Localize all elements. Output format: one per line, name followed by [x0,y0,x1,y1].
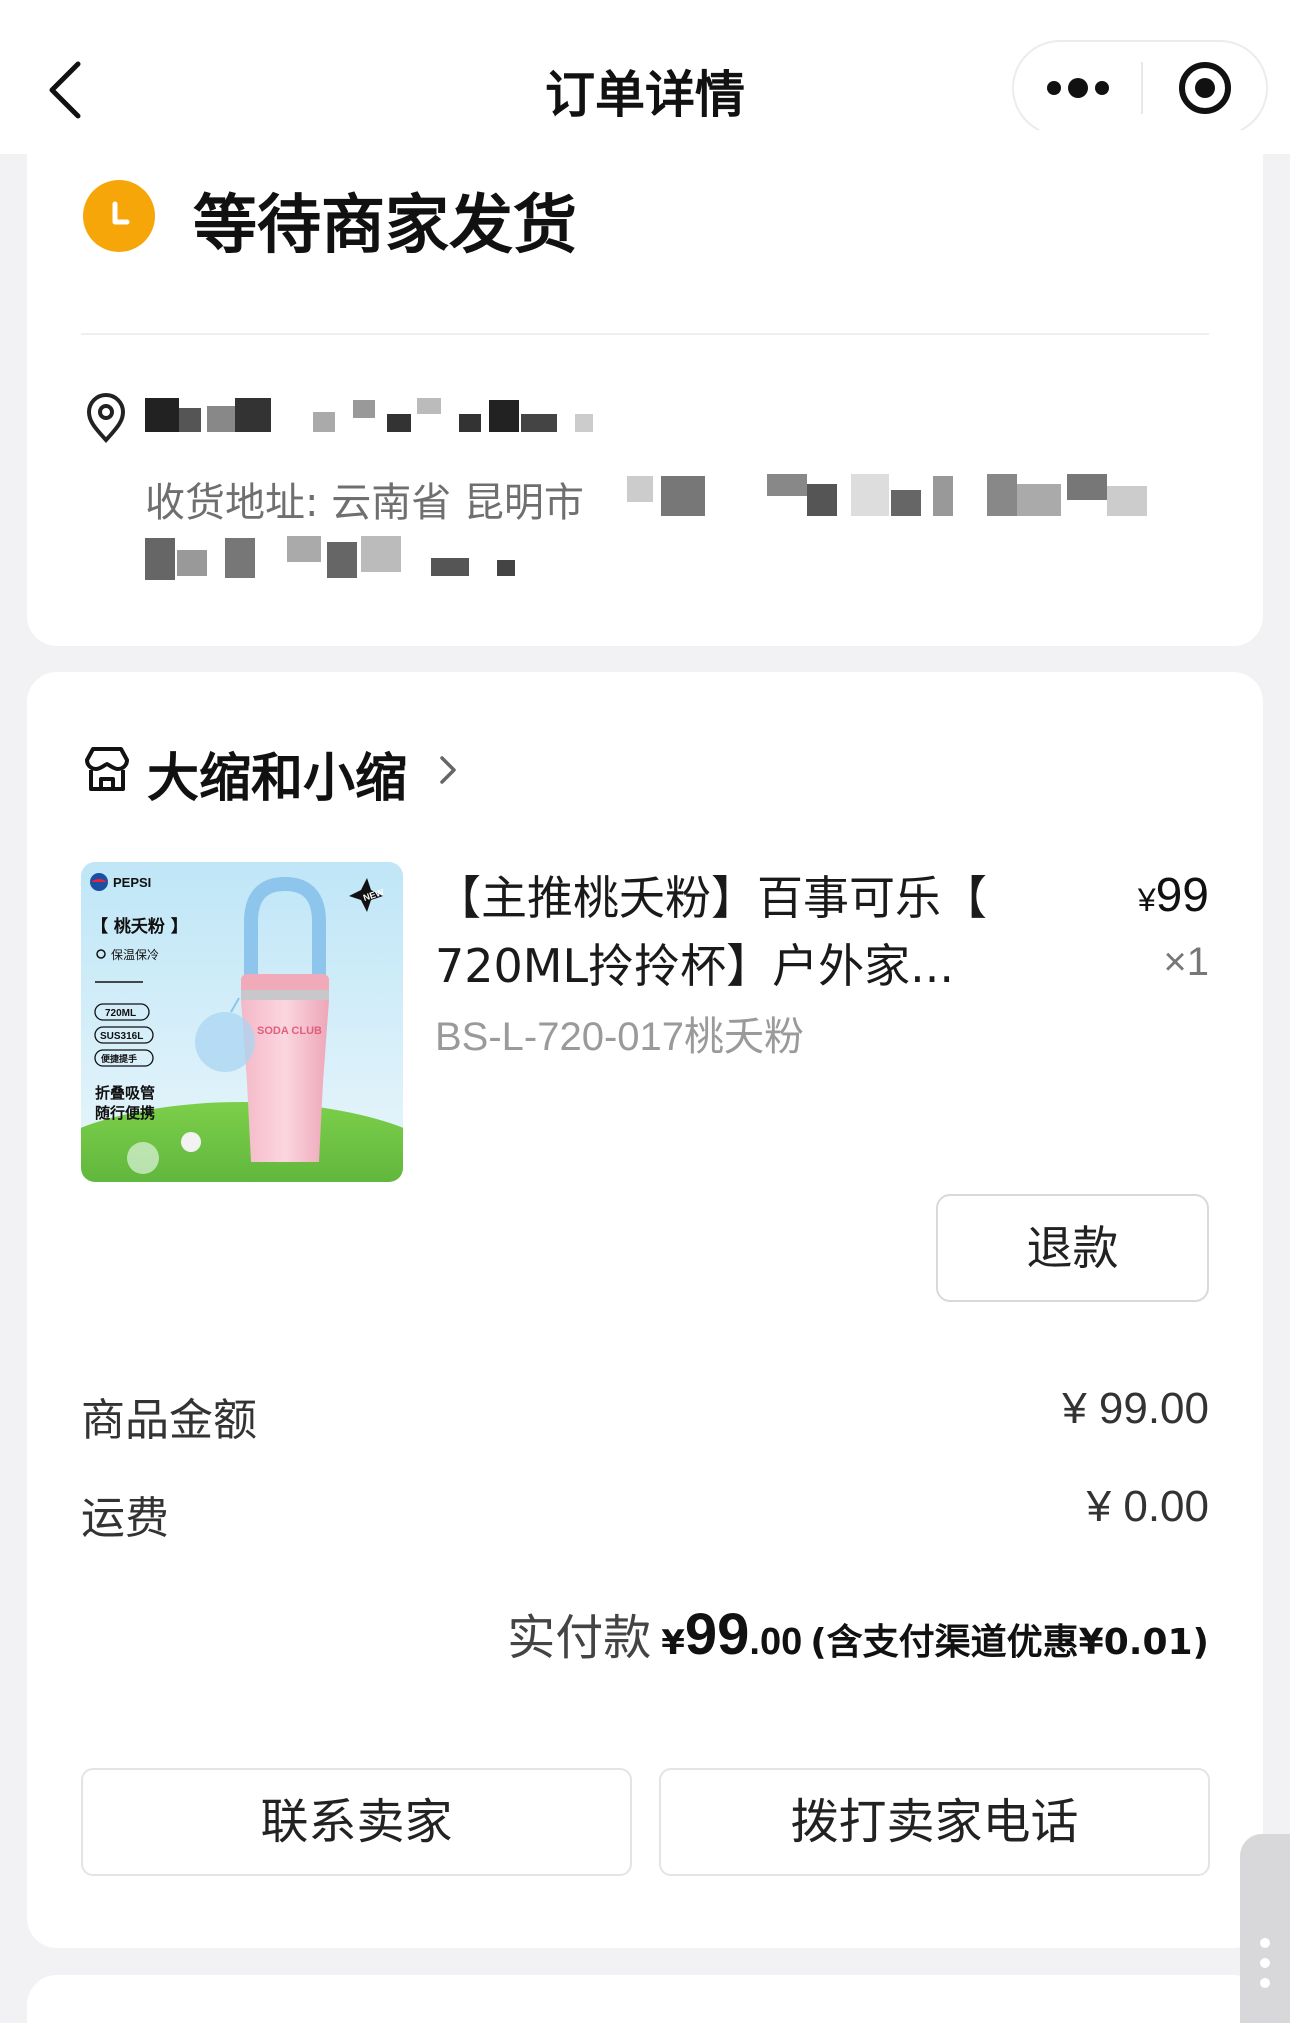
order-status-card: 等待商家发货 收货地址: 云南省 昆明市 [27,130,1263,646]
product-image-slogan-2: 随行便携 [95,1104,155,1122]
floating-side-handle[interactable] [1240,1834,1290,2023]
product-title-line-2: 720ML拎拎杯】户外家... [435,939,954,993]
paid-amount: 实付款 ¥99.00 (含支付渠道优惠¥0.01) [507,1598,1209,1668]
product-title-line-1: 【主推桃夭粉】百事可乐【 [435,871,987,925]
order-status-text: 等待商家发货 [193,189,577,263]
location-icon [83,392,129,444]
product-image-chip-material: SUS316L [100,1031,143,1042]
paid-amount-integer: 99 [684,1602,750,1667]
product-image-feature: 保温保冷 [111,948,159,962]
call-seller-button[interactable]: 拨打卖家电话 [659,1768,1210,1876]
more-dots-icon [1047,78,1109,98]
mini-program-capsule [1012,40,1268,136]
product-quantity: ×1 [1163,940,1209,984]
product-image[interactable]: PEPSI NEW 【 桃夭粉 】 保温保冷 720ML SUS316L 便捷提… [81,862,403,1182]
refund-button[interactable]: 退款 [936,1194,1209,1302]
product-image-name: 【 桃夭粉 】 [91,916,188,937]
more-button[interactable] [1014,42,1141,134]
clock-icon [112,201,130,225]
status-icon [83,180,155,252]
shipping-address: 收货地址: 云南省 昆明市 [145,480,584,526]
shipping-fee-value: ¥ 0.00 [1086,1482,1209,1531]
order-info-card: 大缩和小缩 PEPSI NEW 【 桃夭粉 】 保温保冷 720ML SUS31… [27,672,1263,1948]
product-price: ¥99 [1138,868,1209,923]
product-image-chip-capacity: 720ML [105,1008,136,1019]
product-image-chip-handle: 便捷提手 [101,1053,137,1065]
target-icon [1179,62,1231,114]
product-price-value: 99 [1155,869,1209,922]
close-mini-program-button[interactable] [1143,42,1266,134]
product-image-brand: PEPSI [113,875,151,890]
product-image-cup-text: SODA CLUB [257,1025,322,1037]
goods-amount-label: 商品金额 [81,1395,257,1446]
shop-icon [85,747,129,791]
next-card [27,1975,1263,2023]
paid-amount-decimal: .00 [749,1621,803,1663]
product-title[interactable]: 【主推桃夭粉】百事可乐【 720ML拎拎杯】户外家... [435,864,1075,1000]
goods-amount-value: ¥ 99.00 [1062,1384,1209,1433]
divider [81,333,1209,335]
product-sku: BS-L-720-017桃夭粉 [435,1015,805,1059]
shipping-fee-label: 运费 [81,1493,169,1544]
shop-name: 大缩和小缩 [147,749,408,809]
chevron-right-icon [440,756,456,784]
paid-amount-label: 实付款 [507,1610,652,1666]
payment-discount-note: (含支付渠道优惠¥0.01) [810,1622,1209,1663]
paid-amount-symbol: ¥ [661,1623,685,1663]
product-image-slogan-1: 折叠吸管 [95,1084,155,1102]
product-price-symbol: ¥ [1137,882,1156,918]
contact-seller-button[interactable]: 联系卖家 [81,1768,632,1876]
